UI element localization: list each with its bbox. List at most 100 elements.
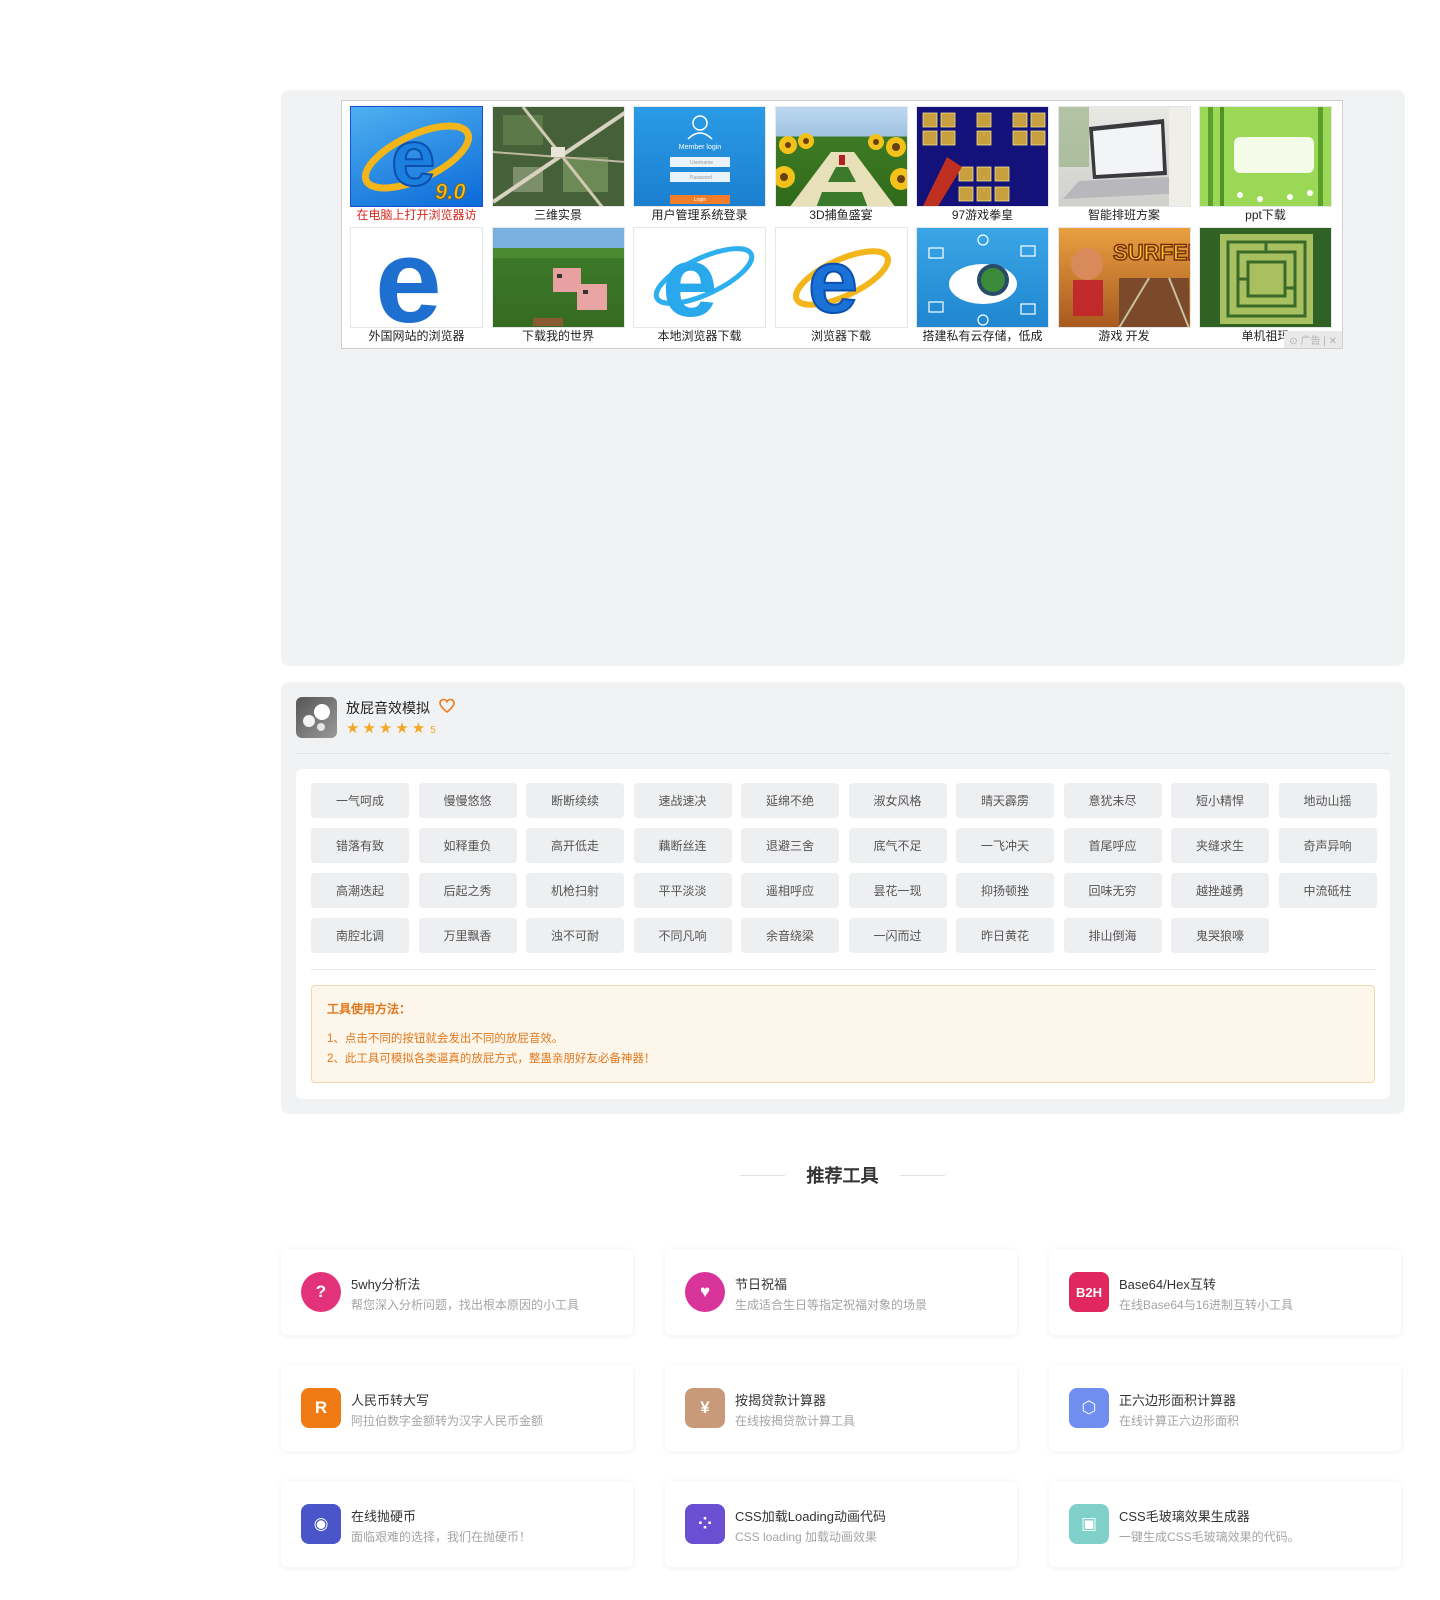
effect-button[interactable]: 抑扬顿挫: [956, 873, 1054, 908]
sunflower-field-thumb: [774, 106, 908, 207]
effect-button[interactable]: 奇声异响: [1278, 828, 1377, 863]
rating-score: 5: [430, 725, 436, 736]
effect-button[interactable]: 错落有致: [311, 828, 409, 863]
ad-caption: 三维实景: [533, 208, 582, 222]
effect-button[interactable]: 中流砥柱: [1278, 873, 1377, 908]
recommend-card[interactable]: ⬡ 正六边形面积计算器 在线计算正六边形面积: [1049, 1365, 1401, 1451]
recommend-card[interactable]: ⁘ CSS加载Loading动画代码 CSS loading 加载动画效果: [665, 1481, 1017, 1567]
effect-button[interactable]: 回味无穷: [1063, 873, 1162, 908]
ad-item[interactable]: 下载我的世界: [491, 227, 625, 348]
effect-button[interactable]: 退避三舍: [741, 828, 839, 863]
effect-button[interactable]: 一飞冲天: [956, 828, 1054, 863]
effect-button[interactable]: 万里飘香: [418, 918, 517, 953]
effect-button[interactable]: 首尾呼应: [1063, 828, 1162, 863]
effect-button[interactable]: 慢慢悠悠: [418, 783, 517, 818]
recommend-name: 按揭贷款计算器: [735, 1393, 827, 1408]
recommend-card[interactable]: R 人民币转大写 阿拉伯数字金额转为汉字人民币金额: [281, 1365, 633, 1451]
ad-item[interactable]: ppt下载: [1199, 106, 1332, 227]
ad-item[interactable]: 3D捕鱼盛宴: [774, 106, 908, 227]
effect-button[interactable]: 短小精悍: [1171, 783, 1269, 818]
recommend-desc: 在线计算正六边形面积: [1119, 1414, 1240, 1428]
svg-text:Login: Login: [694, 197, 706, 203]
ad-caption: 本地浏览器下载: [657, 329, 742, 343]
svg-text:e: e: [808, 232, 858, 328]
usage-line: 1、点击不同的按钮就会发出不同的放屁音效。: [327, 1033, 564, 1045]
effect-button[interactable]: 机枪扫射: [526, 873, 624, 908]
effect-button[interactable]: 淑女风格: [848, 783, 947, 818]
subway-surfers-thumb: SURFERS: [1057, 227, 1191, 328]
ad-banner[interactable]: e 9.0 在电脑上打开浏览器访 三维实景 Member login Usern…: [341, 100, 1343, 349]
ad-item[interactable]: e 本地浏览器下载: [633, 227, 766, 348]
ad-item[interactable]: 三维实景: [491, 106, 625, 227]
effect-button[interactable]: 一气呵成: [311, 783, 409, 818]
effect-button[interactable]: 断断续续: [526, 783, 624, 818]
effect-button[interactable]: 晴天霹雳: [956, 783, 1054, 818]
tool-logo-icon: [296, 697, 337, 738]
effect-button[interactable]: 地动山摇: [1278, 783, 1377, 818]
recommend-name: 正六边形面积计算器: [1119, 1393, 1237, 1408]
divider: [296, 753, 1390, 754]
laptop-thumb: [1057, 106, 1191, 207]
effect-button[interactable]: 一闪而过: [848, 918, 947, 953]
ad-caption: 外国网站的浏览器: [368, 329, 465, 343]
effect-button[interactable]: 遥相呼应: [741, 873, 839, 908]
effect-button[interactable]: 昨日黄花: [956, 918, 1054, 953]
effect-button[interactable]: 藕断丝连: [633, 828, 732, 863]
loading-dots-icon: ⁘: [685, 1504, 725, 1544]
effect-button[interactable]: 排山倒海: [1063, 918, 1162, 953]
svg-text:Password: Password: [690, 175, 712, 181]
recommend-card[interactable]: ◉ 在线抛硬币 面临艰难的选择，我们在抛硬币！: [281, 1481, 633, 1567]
ad-grid: e 9.0 在电脑上打开浏览器访 三维实景 Member login Usern…: [350, 106, 1332, 348]
ad-caption: ppt下载: [1245, 208, 1286, 222]
favorite-heart-icon[interactable]: [439, 698, 455, 714]
effect-button[interactable]: 鬼哭狼嚎: [1171, 918, 1269, 953]
coin-icon: ◉: [301, 1504, 341, 1544]
ad-caption: 3D捕鱼盛宴: [809, 208, 873, 222]
recommend-card[interactable]: B2H Base64/Hex互转在线Base64与16进制互转小工具: [1049, 1249, 1401, 1335]
effect-button[interactable]: 意犹未尽: [1063, 783, 1162, 818]
effect-button[interactable]: 后起之秀: [418, 873, 517, 908]
recommend-name: Base64/Hex互转: [1119, 1277, 1216, 1292]
effect-button[interactable]: 夹缝求生: [1171, 828, 1269, 863]
ad-caption: 在电脑上打开浏览器访: [356, 208, 477, 222]
divider: [311, 969, 1376, 970]
effect-button[interactable]: 平平淡淡: [633, 873, 732, 908]
ad-mark[interactable]: ⊙ 广告 | ✕: [1284, 331, 1342, 348]
ie9-logo-thumb: e 9.0: [350, 106, 483, 207]
recommend-desc: 生成适合生日等指定祝福对象的场景: [735, 1298, 928, 1312]
effect-button[interactable]: 高开低走: [526, 828, 624, 863]
ad-item[interactable]: 单机祖玛: [1199, 227, 1332, 348]
recommend-card[interactable]: ¥ 按揭贷款计算器 在线按揭贷款计算工具: [665, 1365, 1017, 1451]
ad-item[interactable]: e 浏览器下载: [774, 227, 908, 348]
ad-item[interactable]: 智能排班方案: [1057, 106, 1191, 227]
effect-button[interactable]: 浊不可耐: [526, 918, 624, 953]
effect-button[interactable]: 速战速决: [633, 783, 732, 818]
ad-item[interactable]: Member login Username Password Login 用户管…: [633, 106, 766, 227]
svg-text:SURFERS: SURFERS: [1113, 240, 1191, 265]
recommend-desc: CSS loading 加载动画效果: [735, 1530, 878, 1544]
effect-button[interactable]: 昙花一现: [848, 873, 947, 908]
effect-button[interactable]: 南腔北调: [311, 918, 409, 953]
effect-button[interactable]: 越挫越勇: [1171, 873, 1269, 908]
hexagon-icon: ⬡: [1069, 1388, 1109, 1428]
recommend-title: 推荐工具: [806, 1166, 879, 1186]
recommend-card[interactable]: ♥ 节日祝福 生成适合生日等指定祝福对象的场景: [665, 1249, 1017, 1335]
ad-caption: 下载我的世界: [521, 329, 594, 343]
effect-button[interactable]: 底气不足: [848, 828, 947, 863]
effect-button[interactable]: 延绵不绝: [741, 783, 839, 818]
effect-button[interactable]: 不同凡响: [633, 918, 732, 953]
recommend-card[interactable]: ? 5why分析法 帮您深入分析问题，找出根本原因的小工具: [281, 1249, 633, 1335]
effect-button[interactable]: 余音绕梁: [741, 918, 839, 953]
ad-item[interactable]: 搭建私有云存储，低成: [916, 227, 1049, 348]
rating-stars: ★★★★★ 5: [346, 719, 436, 737]
recommend-card[interactable]: ▣ CSS毛玻璃效果生成器 一键生成CSS毛玻璃效果的代码。: [1049, 1481, 1401, 1567]
recommend-name: 人民币转大写: [351, 1393, 430, 1408]
ad-item[interactable]: SURFERS 游戏 开发: [1057, 227, 1191, 348]
effect-button[interactable]: 如释重负: [418, 828, 517, 863]
recommend-desc: 在线Base64与16进制互转小工具: [1119, 1298, 1294, 1312]
ad-item[interactable]: e 9.0 在电脑上打开浏览器访: [350, 106, 483, 227]
ad-item[interactable]: 97游戏拳皇: [916, 106, 1049, 227]
b2h-icon: B2H: [1069, 1272, 1109, 1312]
ad-item[interactable]: e 外国网站的浏览器: [350, 227, 483, 348]
effect-button[interactable]: 高潮迭起: [311, 873, 409, 908]
